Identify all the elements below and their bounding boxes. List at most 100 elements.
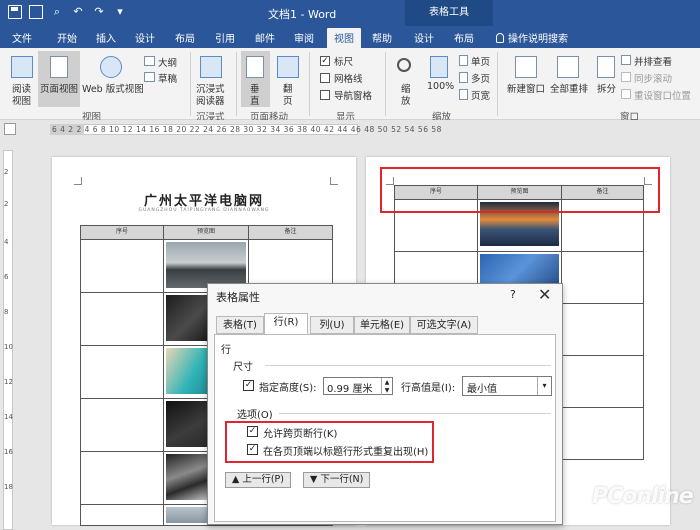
print-preview-icon[interactable]: ⌕: [50, 5, 64, 19]
side-by-side-label: 并排查看: [634, 57, 673, 68]
ribbon-separator: [385, 52, 386, 116]
zoom-100-icon[interactable]: [430, 56, 448, 78]
table-cell[interactable]: [80, 239, 164, 293]
tab-column[interactable]: 列(U): [310, 316, 354, 334]
next-row-button[interactable]: ▼ 下一行(N): [303, 472, 371, 488]
tab-selector[interactable]: [4, 123, 16, 135]
size-section-label: 尺寸: [233, 362, 253, 373]
vruler-tick: 14: [4, 413, 13, 421]
new-window-label: 新建窗口: [507, 84, 546, 95]
vruler-tick: 2: [4, 200, 9, 208]
tab-design[interactable]: 设计: [135, 30, 155, 45]
new-document-icon[interactable]: [29, 5, 43, 19]
title-bar: ⌕ ↶ ↷ ▾ 文档1 - Word 表格工具: [0, 0, 700, 26]
table-cell[interactable]: [80, 504, 164, 526]
table-properties-dialog: 表格属性 ? ✕ 表格(T) 行(R) 列(U) 单元格(E) 可选文字(A) …: [207, 283, 563, 525]
tab-home[interactable]: 开始: [57, 30, 77, 45]
new-window-icon[interactable]: [515, 56, 537, 78]
nav-pane-label: 导航窗格: [334, 91, 373, 102]
one-page-icon[interactable]: [459, 55, 468, 66]
outline-label: 大纲: [158, 58, 178, 69]
side-to-side-icon[interactable]: [277, 56, 299, 78]
draft-label: 草稿: [158, 74, 178, 85]
tell-me-search[interactable]: 操作说明搜索: [496, 30, 568, 45]
outline-icon[interactable]: [144, 56, 155, 66]
tab-file[interactable]: 文件: [12, 30, 32, 45]
tab-cell[interactable]: 单元格(E): [354, 316, 410, 334]
tab-insert[interactable]: 插入: [96, 30, 116, 45]
customize-qat-icon[interactable]: ▾: [113, 5, 127, 19]
page-heading[interactable]: 广州太平洋电脑网: [52, 190, 356, 209]
tab-mailings[interactable]: 邮件: [255, 30, 275, 45]
header-cell[interactable]: 预览图: [163, 225, 249, 240]
horizontal-ruler: 6 4 2 2 4 6 8 10 12 14 16 18 20 22 24 26…: [0, 120, 700, 138]
previous-row-button[interactable]: ▲ 上一行(P): [225, 472, 291, 488]
dialog-title: 表格属性: [216, 291, 260, 304]
row-height-rule-select[interactable]: 最小值 ▾: [462, 376, 552, 396]
table-cell[interactable]: [560, 355, 645, 408]
zoom-magnifier-icon[interactable]: [397, 58, 411, 72]
tab-alt-text[interactable]: 可选文字(A): [410, 316, 478, 334]
immersive-reader-icon[interactable]: [200, 56, 222, 78]
table-cell[interactable]: [560, 303, 645, 356]
header-cell[interactable]: 备注: [248, 225, 333, 240]
undo-icon[interactable]: ↶: [71, 5, 85, 19]
draft-icon[interactable]: [144, 72, 155, 82]
ribbon-separator: [497, 52, 498, 116]
ribbon-separator: [190, 52, 191, 116]
page-subheading: GUANGZHOU TAIPINGYANG DIANNAOWANG: [138, 208, 270, 213]
spin-down-icon[interactable]: ▼: [381, 386, 392, 395]
ribbon-separator: [309, 52, 310, 116]
tab-help[interactable]: 帮助: [372, 30, 392, 45]
tab-review[interactable]: 审阅: [294, 30, 314, 45]
save-icon[interactable]: [8, 5, 22, 19]
table-header-row: 序号 预览图 备注: [80, 225, 333, 240]
tab-row[interactable]: 行(R): [264, 313, 308, 334]
sync-scroll-icon[interactable]: [621, 72, 631, 82]
multiple-pages-icon[interactable]: [459, 72, 468, 83]
quick-access-toolbar: ⌕ ↶ ↷ ▾: [8, 5, 127, 19]
close-icon[interactable]: ✕: [538, 285, 551, 304]
help-button[interactable]: ?: [510, 288, 516, 301]
vruler-tick: 10: [4, 343, 13, 351]
sync-scroll-label: 同步滚动: [634, 74, 673, 85]
vertical-scroll-icon: [246, 56, 264, 78]
split-icon[interactable]: [597, 56, 615, 78]
nav-pane-checkbox[interactable]: [320, 90, 330, 100]
ruler-label: 标尺: [334, 57, 354, 68]
specify-height-checkbox[interactable]: ✓: [243, 380, 254, 391]
tab-view[interactable]: 视图: [327, 28, 361, 48]
redo-icon[interactable]: ↷: [92, 5, 106, 19]
table-cell[interactable]: [80, 345, 164, 399]
page-width-icon[interactable]: [459, 89, 468, 100]
ribbon-view: 阅读 视图 页面视图 Web 版式视图 大纲 草稿 视图 沉浸式 阅读器 沉浸式…: [0, 48, 700, 123]
tab-layout[interactable]: 布局: [175, 30, 195, 45]
read-mode-label-2: 视图: [12, 96, 32, 107]
read-mode-icon[interactable]: [11, 56, 33, 78]
header-cell[interactable]: 序号: [80, 225, 164, 240]
tab-table-layout[interactable]: 布局: [454, 30, 474, 45]
vruler-tick: 12: [4, 378, 13, 386]
reset-window-icon[interactable]: [621, 89, 631, 99]
table-cell[interactable]: [80, 398, 164, 452]
side-by-side-icon[interactable]: [621, 55, 631, 65]
row-height-spinner[interactable]: 0.99 厘米 ▲ ▼: [323, 377, 393, 395]
table-cell[interactable]: [80, 292, 164, 346]
arrange-all-icon[interactable]: [557, 56, 579, 78]
zoom-100-label: 100%: [427, 81, 455, 92]
tab-table[interactable]: 表格(T): [216, 316, 264, 334]
table-cell[interactable]: [560, 251, 645, 304]
vruler-tick: 6: [4, 273, 9, 281]
tab-references[interactable]: 引用: [215, 30, 235, 45]
web-layout-icon[interactable]: [100, 56, 122, 78]
options-section-label: 选项(O): [237, 410, 273, 421]
gridlines-checkbox[interactable]: [320, 73, 330, 83]
previous-row-label: 上一行(P): [242, 474, 284, 485]
tab-table-design[interactable]: 设计: [414, 30, 434, 45]
vruler-tick: 4: [4, 238, 9, 246]
header-highlight-box: [380, 167, 660, 213]
table-cell[interactable]: [560, 407, 645, 460]
ruler-checkbox[interactable]: ✓: [320, 56, 330, 66]
print-layout-label: 页面视图: [40, 84, 79, 95]
table-cell[interactable]: [80, 451, 164, 505]
